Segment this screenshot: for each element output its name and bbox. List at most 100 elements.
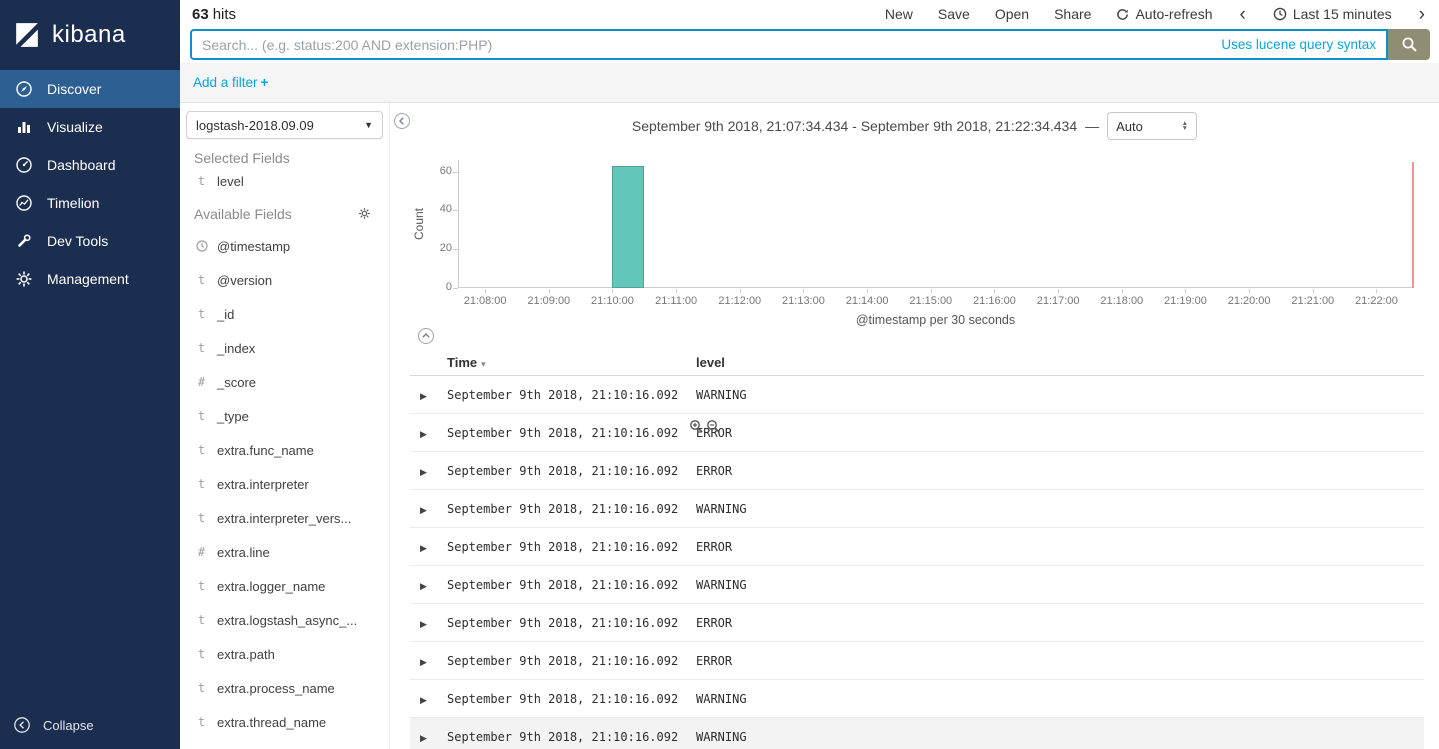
row-expand-cell: ▶	[410, 576, 447, 594]
field-item-_type[interactable]: t_type	[180, 399, 389, 433]
sidebar-item-dev-tools[interactable]: Dev Tools	[0, 222, 180, 260]
x-tick-label: 21:17:00	[1026, 295, 1090, 307]
time-picker-button[interactable]: Last 15 minutes	[1273, 6, 1392, 22]
collapse-nav-button[interactable]: Collapse	[0, 707, 180, 743]
expand-row-caret-icon[interactable]: ▶	[420, 391, 427, 401]
table-row: ▶September 9th 2018, 21:10:16.092ERROR	[410, 528, 1424, 566]
row-time-cell: September 9th 2018, 21:10:16.092	[447, 388, 696, 402]
x-tick-mark	[485, 289, 486, 293]
x-tick-mark	[1185, 289, 1186, 293]
y-tick-label: 0	[414, 281, 452, 293]
field-item-extra.interpreter_vers...[interactable]: textra.interpreter_vers...	[180, 501, 389, 535]
row-time-value: September 9th 2018, 21:10:16.092	[447, 616, 678, 630]
zoom-in-icon[interactable]	[689, 419, 703, 436]
row-time-value: September 9th 2018, 21:10:16.092	[447, 388, 678, 402]
y-tick-mark	[453, 172, 458, 173]
zoom-out-icon[interactable]	[706, 419, 720, 436]
refresh-icon	[1116, 8, 1129, 21]
collapse-chart-button[interactable]	[418, 328, 434, 344]
column-header-level[interactable]: level	[696, 355, 1424, 370]
share-button[interactable]: Share	[1054, 6, 1091, 22]
field-name: extra.func_name	[217, 443, 314, 458]
expand-row-caret-icon[interactable]: ▶	[420, 619, 427, 629]
x-tick-label: 21:18:00	[1090, 295, 1154, 307]
hits-number: 63	[192, 6, 209, 23]
field-item-@version[interactable]: t @version	[180, 263, 389, 297]
sidebar-item-label: Management	[47, 271, 129, 287]
sidebar-item-dashboard[interactable]: Dashboard	[0, 146, 180, 184]
sidebar-item-visualize[interactable]: Visualize	[0, 108, 180, 146]
auto-refresh-label: Auto-refresh	[1135, 6, 1212, 22]
chevron-down-icon: ▼	[364, 120, 373, 130]
hits-label: hits	[213, 6, 236, 23]
column-header-time[interactable]: Time▾	[447, 355, 696, 370]
field-item-extra.interpreter[interactable]: textra.interpreter	[180, 467, 389, 501]
x-axis-title: @timestamp per 30 seconds	[458, 313, 1413, 327]
field-item-_index[interactable]: t_index	[180, 331, 389, 365]
field-item-extra.logger_name[interactable]: textra.logger_name	[180, 569, 389, 603]
field-item-_id[interactable]: t_id	[180, 297, 389, 331]
x-tick-mark	[1122, 289, 1123, 293]
field-item-@timestamp[interactable]: @timestamp	[180, 229, 389, 263]
row-time-value: September 9th 2018, 21:10:16.092	[447, 578, 678, 592]
field-item-extra.path[interactable]: textra.path	[180, 637, 389, 671]
time-forward-button[interactable]: ›	[1417, 5, 1427, 24]
sidebar-item-timelion[interactable]: Timelion	[0, 184, 180, 222]
expand-row-caret-icon[interactable]: ▶	[420, 505, 427, 515]
histogram-bar[interactable]	[612, 166, 644, 288]
open-button[interactable]: Open	[995, 6, 1029, 22]
string-field-icon: t	[195, 409, 208, 423]
selected-fields-title: Selected Fields	[180, 149, 389, 167]
field-item-extra.thread_name[interactable]: textra.thread_name	[180, 705, 389, 739]
auto-refresh-button[interactable]: Auto-refresh	[1116, 6, 1212, 22]
expand-row-caret-icon[interactable]: ▶	[420, 695, 427, 705]
field-settings-button[interactable]	[358, 207, 371, 220]
expand-row-caret-icon[interactable]: ▶	[420, 543, 427, 553]
field-name: @version	[217, 273, 272, 288]
field-item-level[interactable]: tlevel	[180, 167, 389, 195]
field-item-extra.logstash_async_...[interactable]: textra.logstash_async_...	[180, 603, 389, 637]
new-button[interactable]: New	[885, 6, 913, 22]
row-level-cell: ERROR	[696, 464, 1424, 478]
row-level-cell: ERROR	[696, 426, 1424, 440]
expand-row-caret-icon[interactable]: ▶	[420, 429, 427, 439]
x-tick-label: 21:13:00	[771, 295, 835, 307]
expand-row-caret-icon[interactable]: ▶	[420, 467, 427, 477]
time-back-button[interactable]: ‹	[1238, 5, 1248, 24]
devtools-icon	[15, 232, 33, 250]
expand-row-caret-icon[interactable]: ▶	[420, 581, 427, 591]
collapse-label: Collapse	[43, 718, 94, 733]
filter-bar: Add a filter+	[180, 63, 1439, 103]
sidebar-item-label: Timelion	[47, 195, 99, 211]
row-level-cell: WARNING	[696, 578, 1424, 592]
expand-row-caret-icon[interactable]: ▶	[420, 657, 427, 667]
brand-name: kibana	[52, 21, 126, 49]
expand-row-caret-icon[interactable]: ▶	[420, 733, 427, 743]
save-button[interactable]: Save	[938, 6, 970, 22]
lucene-syntax-link[interactable]: Uses lucene query syntax	[1221, 37, 1376, 52]
field-name: extra.interpreter_vers...	[217, 511, 351, 526]
field-item-extra.func_name[interactable]: textra.func_name	[180, 433, 389, 467]
y-tick-mark	[453, 288, 458, 289]
y-tick-label: 40	[414, 203, 452, 215]
search-input[interactable]	[192, 31, 1386, 58]
x-tick-label: 21:15:00	[899, 295, 963, 307]
kibana-home-link[interactable]: kibana	[0, 0, 180, 70]
visualize-icon	[15, 118, 33, 136]
field-item-_score[interactable]: #_score	[180, 365, 389, 399]
add-filter-button[interactable]: Add a filter+	[193, 75, 268, 90]
gear-icon	[358, 207, 371, 220]
x-tick-label: 21:21:00	[1281, 295, 1345, 307]
row-time-cell: September 9th 2018, 21:10:16.092	[447, 578, 696, 592]
sidebar-item-management[interactable]: Management	[0, 260, 180, 298]
string-field-icon: t	[195, 273, 208, 287]
sidebar-item-discover[interactable]: Discover	[0, 70, 180, 108]
field-item-extra.line[interactable]: #extra.line	[180, 535, 389, 569]
plot-frame	[458, 160, 1413, 288]
search-button[interactable]	[1388, 29, 1430, 60]
x-tick-mark	[867, 289, 868, 293]
string-field-icon: t	[195, 477, 208, 491]
index-pattern-select[interactable]: logstash-2018.09.09 ▼	[186, 111, 383, 139]
row-time-cell: September 9th 2018, 21:10:16.092	[447, 540, 696, 554]
field-item-extra.process_name[interactable]: textra.process_name	[180, 671, 389, 705]
